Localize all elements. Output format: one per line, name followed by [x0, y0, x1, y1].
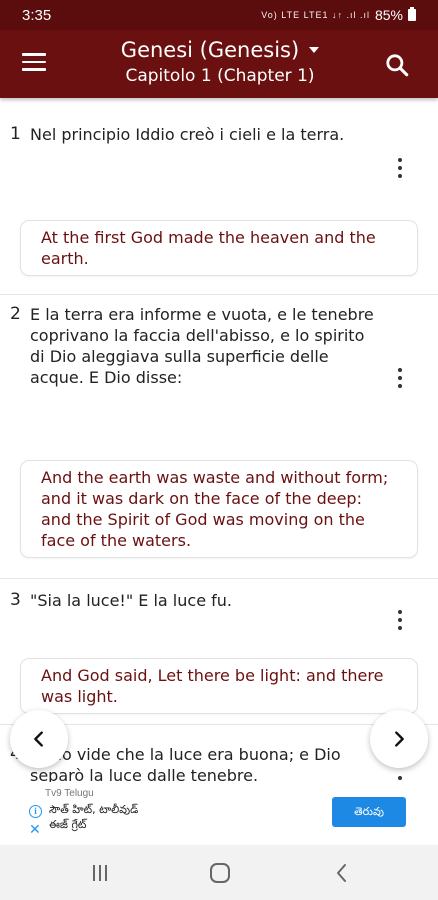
translation-text: At the first God made the heaven and the…: [41, 228, 376, 268]
translation-text: And the earth was waste and without form…: [41, 468, 389, 550]
app-bar: Genesi (Genesis) Capitolo 1 (Chapter 1): [0, 30, 438, 98]
ad-banner[interactable]: Tv9 Telugu i ✕ సౌత్ హిట్, టాలీవుడ్ ఈజ్ గ…: [23, 782, 415, 840]
chevron-right-icon: [395, 731, 404, 747]
translation-card: At the first God made the heaven and the…: [20, 220, 418, 276]
battery-icon: [408, 7, 416, 21]
verse-list[interactable]: 1 Nel principio Iddio creò i cieli e la …: [0, 98, 438, 782]
divider: [0, 294, 438, 295]
translation-card: And the earth was waste and without form…: [20, 460, 418, 558]
book-title-row: Genesi (Genesis): [120, 36, 320, 64]
book-selector[interactable]: Genesi (Genesis) Capitolo 1 (Chapter 1): [70, 36, 370, 88]
previous-chapter-button[interactable]: [10, 710, 68, 768]
status-indicators: Vo) LTE LTE1 ↓↑ .ıl .ıl 85%: [261, 7, 416, 23]
more-options-icon[interactable]: [392, 608, 408, 632]
battery-percent: 85%: [374, 7, 403, 23]
chapter-title: Capitolo 1 (Chapter 1): [125, 66, 315, 86]
verse-number: 1: [10, 124, 21, 144]
verse-text: E Dio vide che la luce era buona; e Dio …: [30, 745, 341, 782]
status-bar: 3:35 Vo) LTE LTE1 ↓↑ .ıl .ıl 85%: [0, 0, 438, 30]
ad-close-icon[interactable]: ✕: [29, 822, 41, 836]
signal-icon: Vo) LTE LTE1 ↓↑ .ıl .ıl: [261, 10, 370, 20]
verse-text: E la terra era informe e vuota, e le ten…: [30, 305, 374, 387]
hamburger-menu-icon[interactable]: [22, 53, 46, 73]
status-time: 3:35: [22, 6, 52, 24]
ad-text: సౌత్ హిట్, టాలీవుడ్ ఈజ్ గ్రేట్: [49, 802, 339, 832]
verse-text: Nel principio Iddio creò i cieli e la te…: [30, 125, 345, 144]
ad-info-icon[interactable]: i: [29, 805, 42, 818]
book-title: Genesi (Genesis): [120, 38, 300, 62]
verse-number: 3: [10, 590, 21, 610]
verse-text: "Sia la luce!" E la luce fu.: [30, 591, 232, 610]
ad-source: Tv9 Telugu: [45, 788, 94, 799]
more-options-icon[interactable]: [392, 366, 408, 390]
translation-text: And God said, Let there be light: and th…: [41, 666, 384, 706]
more-options-icon[interactable]: [392, 156, 408, 180]
back-icon[interactable]: [330, 861, 354, 885]
ad-open-button[interactable]: తెరువు: [332, 797, 406, 827]
more-options-icon[interactable]: [392, 774, 408, 782]
translation-card: And God said, Let there be light: and th…: [20, 658, 418, 714]
dropdown-arrow-icon: [309, 47, 320, 53]
recent-apps-icon[interactable]: [88, 861, 112, 885]
search-icon[interactable]: [384, 52, 410, 78]
ad-headline-1: సౌత్ హిట్, టాలీవుడ్: [49, 803, 139, 816]
ad-headline-2: ఈజ్ గ్రేట్: [49, 818, 87, 831]
verse-number: 2: [10, 304, 21, 324]
home-icon[interactable]: [208, 861, 232, 885]
system-nav-bar: [0, 845, 438, 900]
next-chapter-button[interactable]: [370, 710, 428, 768]
divider: [0, 578, 438, 579]
chevron-left-icon: [34, 731, 43, 747]
